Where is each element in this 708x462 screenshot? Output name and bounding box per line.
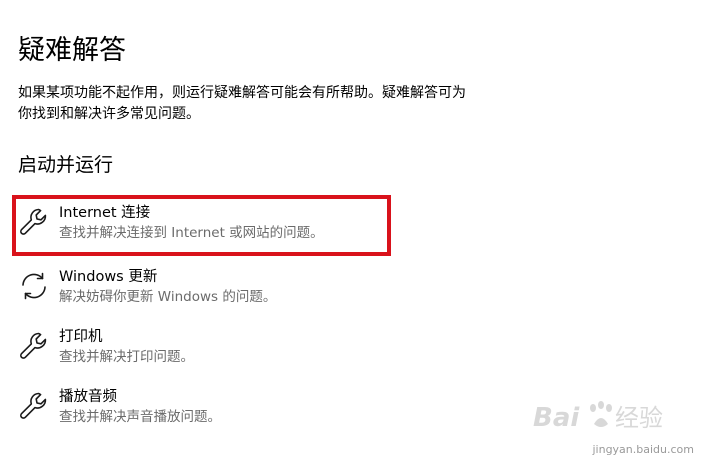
troubleshooter-name: 打印机 — [59, 329, 103, 345]
troubleshooter-description: 查找并解决连接到 Internet 或网站的问题。 — [59, 225, 324, 241]
troubleshooter-printer[interactable]: 打印机 查找并解决打印问题。 — [14, 322, 386, 376]
sync-icon — [18, 270, 50, 302]
watermark-url: jingyan.baidu.com — [592, 443, 694, 456]
wrench-icon — [18, 390, 50, 422]
page-description: 如果某项功能不起作用，则运行疑难解答可能会有所帮助。疑难解答可为你找到和解决许多… — [18, 85, 466, 122]
troubleshooter-description: 解决妨碍你更新 Windows 的问题。 — [59, 289, 277, 305]
troubleshooter-name: Windows 更新 — [59, 269, 158, 285]
troubleshoot-page: 疑难解答 如果某项功能不起作用，则运行疑难解答可能会有所帮助。疑难解答可为你找到… — [0, 0, 708, 462]
wrench-icon — [18, 206, 50, 238]
section-title: 启动并运行 — [18, 154, 114, 176]
troubleshooter-description: 查找并解决打印问题。 — [59, 349, 194, 365]
troubleshooter-audio[interactable]: 播放音频 查找并解决声音播放问题。 — [14, 382, 386, 436]
troubleshooter-name: Internet 连接 — [59, 205, 151, 221]
page-title: 疑难解答 — [18, 35, 126, 66]
troubleshooter-name: 播放音频 — [59, 389, 117, 405]
svg-text:经验: 经验 — [615, 404, 663, 432]
troubleshooter-description: 查找并解决声音播放问题。 — [59, 409, 221, 425]
wrench-icon — [18, 330, 50, 362]
troubleshooter-windows-update[interactable]: Windows 更新 解决妨碍你更新 Windows 的问题。 — [14, 262, 386, 316]
svg-text:Bai: Bai — [533, 403, 580, 433]
troubleshooter-internet[interactable]: Internet 连接 查找并解决连接到 Internet 或网站的问题。 — [14, 198, 386, 252]
